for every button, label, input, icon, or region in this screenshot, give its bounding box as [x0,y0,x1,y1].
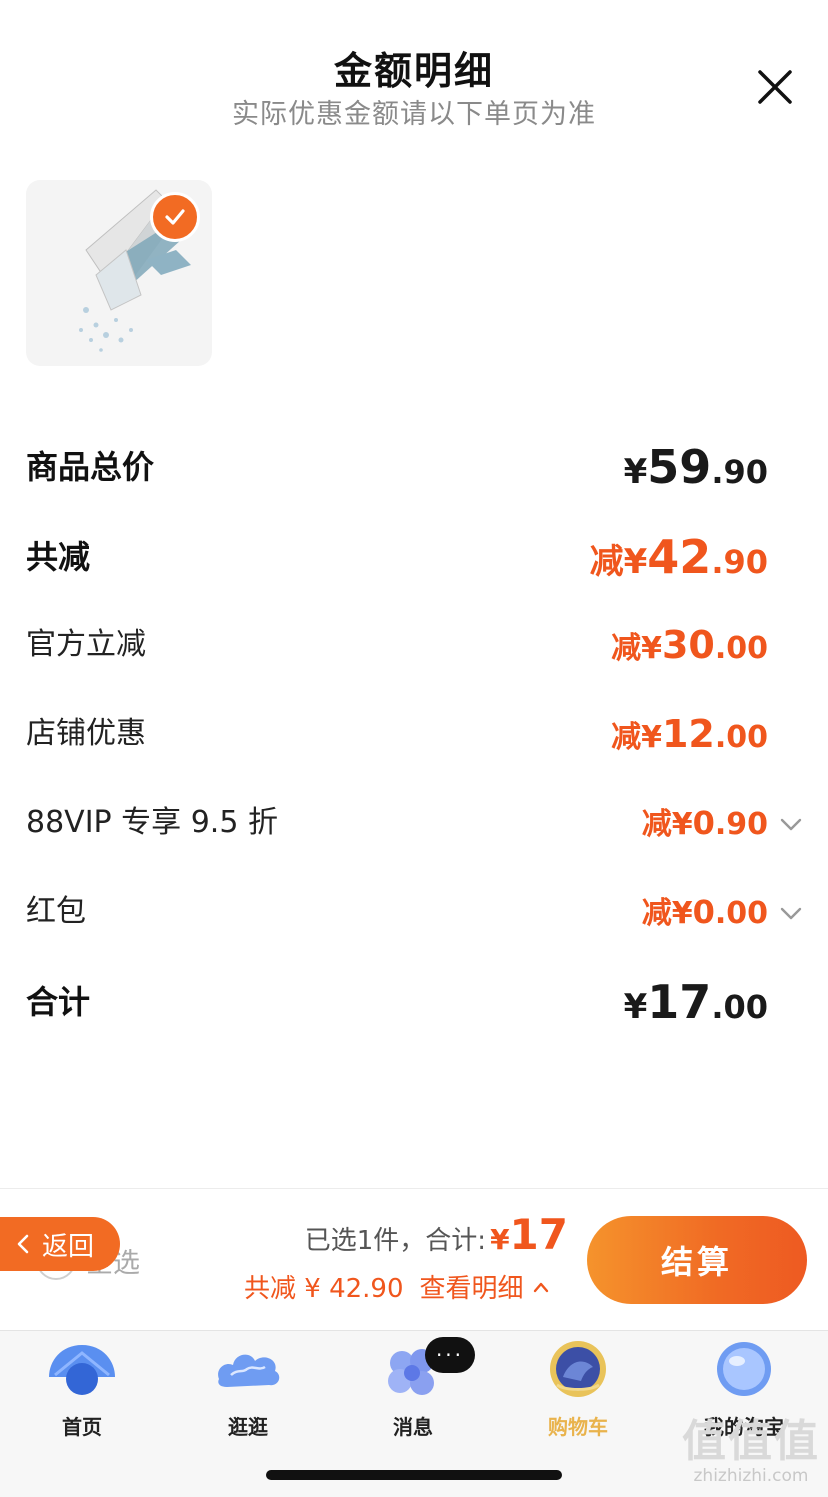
chevron-down-icon[interactable] [778,900,804,926]
home-icon [49,1345,115,1395]
amount-decimal: .90 [714,807,768,842]
cart-icon [550,1341,606,1397]
chevron-left-icon [17,1234,29,1254]
chevron-up-icon [533,1282,548,1292]
sheet-subtitle: 实际优惠金额请以下单页为准 [232,99,596,130]
selected-count-text: 已选1件，合计: [304,1226,487,1256]
message-badge: ··· [425,1337,475,1373]
row-amount: 减¥30.00 [611,615,768,683]
deduct-prefix: 减 [589,542,624,582]
selected-badge[interactable] [150,192,200,242]
price-row: 共减 减¥42.90 [26,527,804,587]
currency-symbol: ¥ [623,542,648,582]
watermark-url: zhizhizhi.com [693,1466,809,1486]
row-amount: 减¥12.00 [611,704,768,772]
discount-summary: 共减 ¥ 42.90 查看明细 [244,1268,550,1305]
amount-decimal: .00 [714,631,768,666]
view-detail-label: 查看明细 [419,1274,524,1304]
currency-symbol: ¥ [671,896,693,931]
currency-symbol: ¥ [623,987,648,1027]
currency-symbol: ¥ [671,807,693,842]
chevron-down-icon[interactable] [778,811,804,837]
row-label: 官方立减 [26,627,146,662]
watermark-logo: 值值值 [682,1416,820,1467]
tab-label: 消息 [393,1415,433,1439]
tab-home[interactable]: 首页 [12,1339,152,1439]
back-label: 返回 [42,1231,95,1262]
amount-integer: 0 [692,893,715,931]
amount-integer: 17 [647,975,712,1029]
price-row: 官方立减 减¥30.00 [26,615,804,675]
profile-icon [717,1342,771,1396]
amount-decimal: .00 [714,720,768,755]
row-amount: 减¥0.90 [642,793,768,859]
total-value: 17 [509,1210,568,1259]
row-amount: ¥59.90 [624,437,768,508]
tab-label: 购物车 [548,1415,608,1439]
price-row: 商品总价 ¥59.90 [26,437,804,497]
row-label: 合计 [26,983,91,1021]
price-row[interactable]: 红包 减¥0.00 [26,882,804,942]
amount-decimal: .00 [711,988,768,1026]
currency-symbol: ¥ [641,720,662,755]
price-row[interactable]: 88VIP 专享 9.5 折 减¥0.90 [26,793,804,853]
watermark: 值值值 zhizhizhi.com [676,1416,826,1487]
total-currency: ¥ [490,1223,510,1256]
row-amount: ¥17.00 [624,972,768,1043]
tab-browse[interactable]: 逛逛 [178,1339,318,1439]
currency-symbol: ¥ [641,631,662,666]
divider [0,1188,828,1189]
row-label: 共减 [26,538,91,576]
row-label: 88VIP 专享 9.5 折 [26,805,278,840]
tab-label: 首页 [62,1415,102,1439]
view-detail-link[interactable]: 查看明细 [420,1268,550,1305]
amount-integer: 12 [661,712,715,756]
deduct-prefix: 减 [611,631,642,666]
row-label: 红包 [26,894,86,929]
row-amount: 减¥0.00 [642,882,768,948]
discount-text: 共减 ¥ 42.90 [244,1274,404,1304]
close-icon [758,70,792,104]
currency-symbol: ¥ [623,452,648,492]
amount-decimal: .00 [714,896,768,931]
tab-cart[interactable]: 购物车 [508,1339,648,1439]
deduct-prefix: 减 [641,896,672,931]
amount-detail-sheet: 金额明细 实际优惠金额请以下单页为准 商品总价 ¥59.90 共减 减¥42.90 官 [0,0,828,1330]
row-label: 商品总价 [26,448,155,486]
product-thumbnail[interactable] [26,180,212,366]
amount-decimal: .90 [711,453,768,491]
home-indicator [266,1470,562,1480]
row-amount: 减¥42.90 [590,527,768,598]
price-row: 店铺优惠 减¥12.00 [26,704,804,764]
deduct-prefix: 减 [611,720,642,755]
amount-integer: 30 [661,623,715,667]
amount-integer: 42 [647,530,712,584]
close-button[interactable] [750,62,800,112]
sheet-title: 金额明细 [333,49,494,93]
back-button[interactable]: 返回 [0,1217,120,1271]
amount-decimal: .90 [711,543,768,581]
price-row: 合计 ¥17.00 [26,972,804,1032]
check-icon [165,209,185,225]
selected-summary: 已选1件，合计: ¥ 17 [305,1210,568,1259]
row-label: 店铺优惠 [26,716,146,751]
deduct-prefix: 减 [641,807,672,842]
checkout-button[interactable]: 结算 [587,1216,807,1304]
browse-icon [218,1354,280,1387]
amount-integer: 59 [647,440,712,494]
amount-integer: 0 [692,804,715,842]
tab-label: 逛逛 [228,1415,268,1439]
